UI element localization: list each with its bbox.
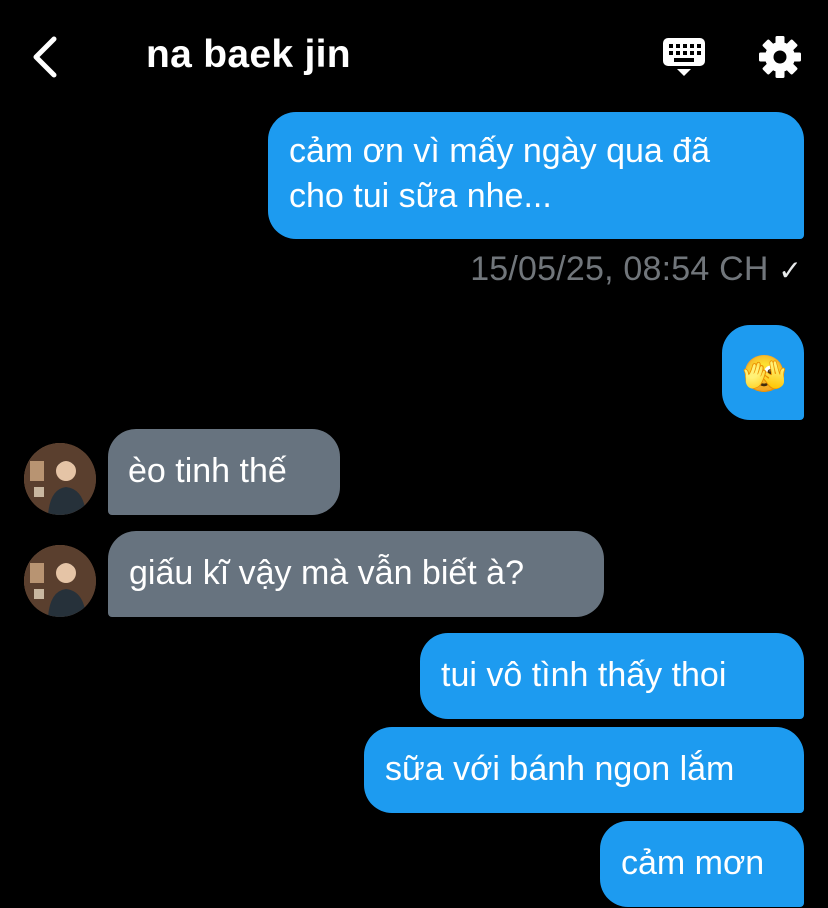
gear-icon [759,36,801,78]
conversation-header: na baek jin [0,0,828,112]
keyboard-icon [663,38,705,76]
settings-button[interactable] [756,34,804,80]
conversation-title[interactable]: na baek jin [146,32,351,78]
avatar[interactable] [24,545,96,617]
checkmark-icon: ✓ [778,255,802,286]
outgoing-message[interactable]: cảm ơn vì mấy ngày qua đã cho tui sữa nh… [268,112,804,239]
message-text: cảm mơn [621,844,765,882]
face-with-peeking-eye-emoji: 🫣 [742,354,787,395]
avatar-image [24,443,96,515]
message-text: tui vô tình thấy thoi [441,656,727,694]
message-text: sữa với bánh ngon lắm [385,750,735,788]
timestamp-text: 15/05/25, 08:54 CH [470,250,769,288]
keyboard-button[interactable] [660,36,708,80]
message-text-line: cho tui sữa nhe... [289,177,552,215]
back-icon [33,36,57,78]
outgoing-message-emoji[interactable]: 🫣 [722,325,804,420]
outgoing-message[interactable]: cảm mơn [600,821,804,907]
message-text-line: cảm ơn vì mấy ngày qua đã [289,132,711,170]
back-button[interactable] [22,30,72,84]
message-text: giấu kĩ vậy mà vẫn biết à? [129,554,525,592]
incoming-message[interactable]: èo tinh thế [108,429,340,515]
message-text: èo tinh thế [128,452,287,490]
incoming-message[interactable]: giấu kĩ vậy mà vẫn biết à? [108,531,604,617]
avatar[interactable] [24,443,96,515]
message-timestamp: 15/05/25, 08:54 CH ✓ [470,250,802,289]
outgoing-message[interactable]: tui vô tình thấy thoi [420,633,804,719]
outgoing-message[interactable]: sữa với bánh ngon lắm [364,727,804,813]
avatar-image [24,545,96,617]
